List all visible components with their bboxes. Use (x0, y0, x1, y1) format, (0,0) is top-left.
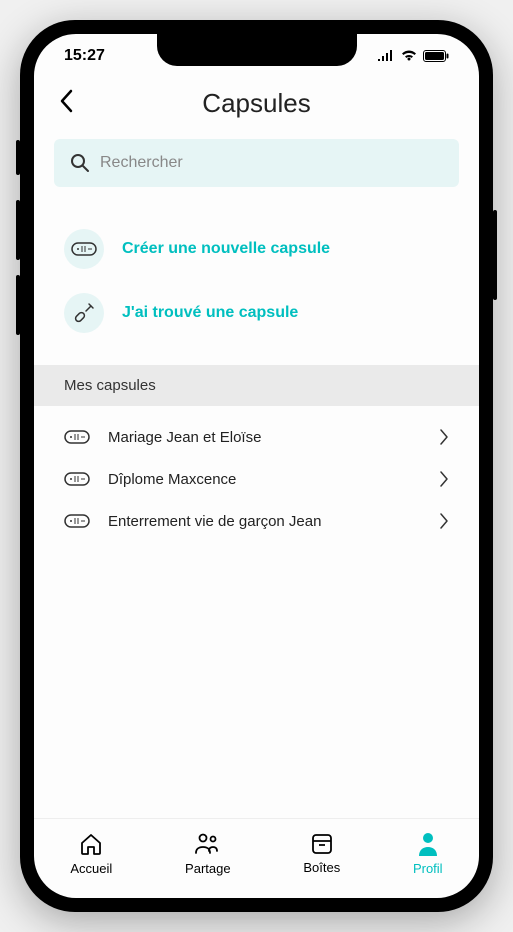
search-input[interactable] (100, 154, 443, 172)
profile-icon (416, 831, 440, 857)
found-capsule-action[interactable]: J'ai trouvé une capsule (54, 281, 459, 345)
bottom-nav: Accueil Partage Boîtes Profil (34, 818, 479, 898)
nav-share[interactable]: Partage (185, 831, 231, 876)
search-icon (70, 153, 90, 173)
capsule-item[interactable]: Mariage Jean et Eloïse (54, 416, 459, 458)
wifi-icon (401, 50, 417, 62)
status-time: 15:27 (64, 47, 105, 65)
page-title: Capsules (59, 88, 454, 119)
battery-icon (423, 50, 449, 62)
chevron-right-icon (439, 428, 449, 446)
create-capsule-action[interactable]: Créer une nouvelle capsule (54, 217, 459, 281)
nav-home[interactable]: Accueil (70, 831, 112, 876)
capsule-icon (64, 229, 104, 269)
capsule-item[interactable]: Dîplome Maxcence (54, 458, 459, 500)
found-capsule-label: J'ai trouvé une capsule (122, 304, 298, 322)
capsule-label: Mariage Jean et Eloïse (108, 429, 421, 446)
back-button[interactable] (59, 89, 73, 118)
page-header: Capsules (34, 78, 479, 139)
capsule-label: Dîplome Maxcence (108, 471, 421, 488)
capsule-icon (64, 430, 90, 444)
share-icon (194, 831, 222, 857)
nav-boxes-label: Boîtes (303, 860, 340, 875)
nav-home-label: Accueil (70, 861, 112, 876)
signal-icon (377, 50, 395, 62)
search-bar[interactable] (54, 139, 459, 187)
chevron-right-icon (439, 470, 449, 488)
nav-profile-label: Profil (413, 861, 443, 876)
capsule-item[interactable]: Enterrement vie de garçon Jean (54, 500, 459, 542)
found-icon (64, 293, 104, 333)
nav-share-label: Partage (185, 861, 231, 876)
status-indicators (377, 50, 449, 62)
nav-profile[interactable]: Profil (413, 831, 443, 876)
nav-boxes[interactable]: Boîtes (303, 832, 340, 875)
chevron-right-icon (439, 512, 449, 530)
section-my-capsules: Mes capsules (34, 365, 479, 406)
capsule-label: Enterrement vie de garçon Jean (108, 513, 421, 530)
create-capsule-label: Créer une nouvelle capsule (122, 240, 330, 258)
capsule-icon (64, 514, 90, 528)
chevron-left-icon (59, 89, 73, 113)
capsule-icon (64, 472, 90, 486)
box-icon (310, 832, 334, 856)
home-icon (78, 831, 104, 857)
